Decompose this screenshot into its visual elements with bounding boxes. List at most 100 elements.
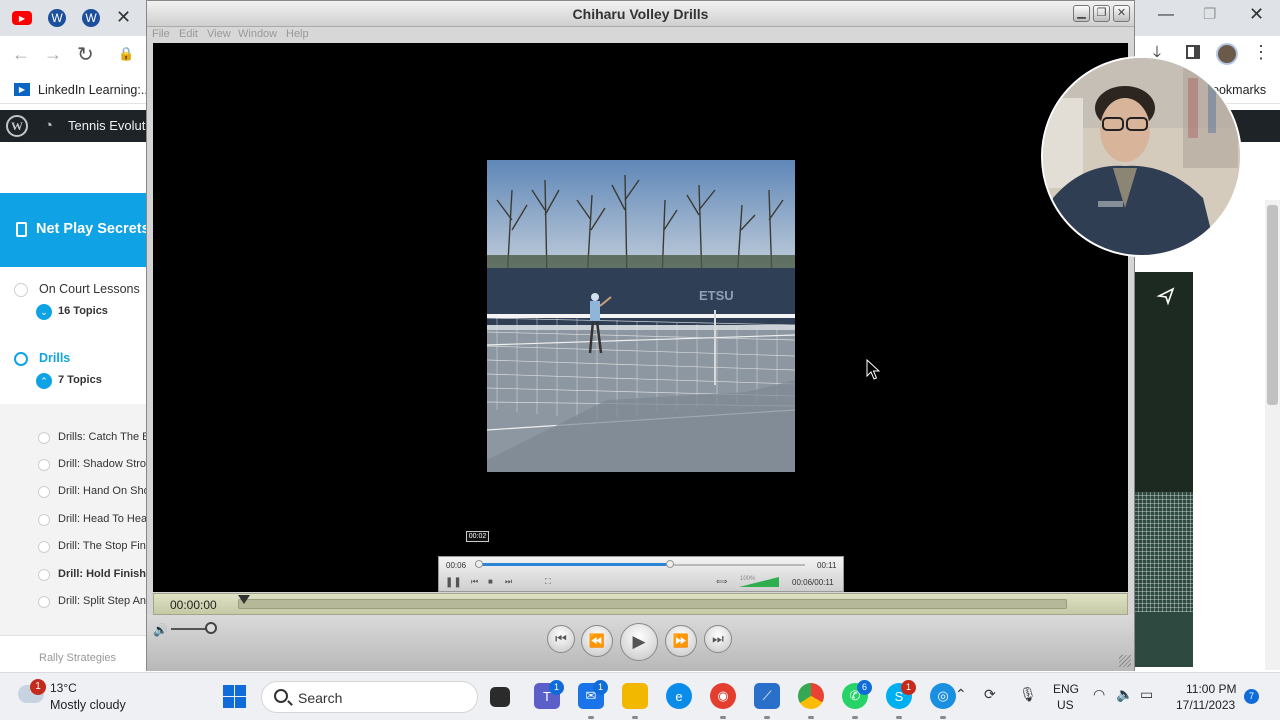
clock-date[interactable]: 17/11/2023 — [1176, 698, 1235, 712]
site-name-link[interactable]: Tennis Evoluti — [68, 118, 148, 133]
player-restore-button[interactable]: ❐ — [1093, 5, 1110, 22]
bookmark-linkedin-learning[interactable]: LinkedIn Learning:... — [38, 83, 151, 97]
topic-status-circle — [38, 596, 50, 608]
reload-icon[interactable]: ↻ — [77, 42, 94, 67]
sync-icon[interactable]: ⟳ — [984, 686, 996, 703]
lock-icon[interactable]: 🔒 — [118, 46, 134, 62]
go-to-start-button[interactable]: ⏮ — [547, 625, 575, 653]
playhead-marker[interactable] — [238, 595, 250, 604]
keyboard-layout-indicator[interactable]: US — [1057, 698, 1074, 712]
player-titlebar[interactable]: Chiharu Volley Drills ▁ ❐ ✕ — [147, 1, 1134, 27]
fullscreen-icon[interactable]: ⛶ — [545, 577, 551, 587]
running-indicator — [808, 716, 814, 719]
windows-start-icon[interactable] — [223, 685, 246, 708]
taskbar-search-box[interactable]: Search — [261, 681, 478, 713]
more-menu-icon[interactable]: ⋮ — [1252, 42, 1270, 63]
chevron-up-icon[interactable]: ⌃ — [955, 686, 967, 703]
lesson-drills[interactable]: Drills — [39, 351, 70, 365]
fast-forward-button[interactable]: ⏩ — [665, 625, 697, 657]
loop-icon[interactable]: ⟺ — [716, 577, 727, 586]
file-explorer-icon[interactable] — [622, 683, 648, 709]
rewind-button[interactable]: ⏪ — [581, 625, 613, 657]
close-tab-icon[interactable]: ✕ — [116, 7, 131, 28]
close-window-icon[interactable]: ✕ — [1249, 4, 1264, 25]
microphone-icon[interactable]: 🎙 — [1019, 686, 1037, 703]
back-arrow-icon[interactable]: ← — [12, 44, 30, 65]
scrollbar-thumb[interactable] — [1267, 205, 1278, 405]
menu-edit[interactable]: Edit — [179, 28, 198, 40]
screen-capture-icon[interactable]: ◎ — [930, 683, 956, 709]
mail-badge: 1 — [593, 680, 608, 695]
timecode-display: 00:00:00 — [170, 598, 217, 612]
pause-icon[interactable]: ❚❚ — [445, 577, 462, 588]
player-minimize-button[interactable]: ▁ — [1073, 5, 1090, 22]
document-icon — [16, 222, 27, 237]
side-panel-icon[interactable] — [1186, 45, 1200, 59]
youtube-tab-icon[interactable]: ▶ — [12, 11, 32, 25]
weather-temperature[interactable]: 13°C — [50, 681, 77, 695]
menu-view[interactable]: View — [207, 28, 231, 40]
video-canvas[interactable]: ETSU 00:02 00:06 00:11 ❚❚ ⏮ ■ ⏭ ⛶ ⟺ 100%… — [153, 43, 1128, 592]
speaker-icon[interactable]: 🔈 — [1116, 686, 1133, 703]
video-player-window: Chiharu Volley Drills ▁ ❐ ✕ File Edit Vi… — [146, 0, 1135, 671]
play-button[interactable]: ▶ — [620, 623, 658, 661]
chrome-icon[interactable] — [798, 683, 824, 709]
task-view-icon[interactable] — [490, 687, 510, 707]
wordpress-tab-icon[interactable]: W — [82, 9, 100, 27]
search-icon — [274, 689, 288, 703]
skip-back-icon[interactable]: ⏮ — [471, 577, 478, 587]
topic-status-circle — [38, 541, 50, 553]
forward-arrow-icon[interactable]: → — [44, 44, 62, 65]
quicktime-app-icon[interactable]: ⟋ — [754, 683, 780, 709]
mini-playhead-handle[interactable] — [666, 560, 674, 568]
stop-icon[interactable]: ■ — [488, 577, 493, 586]
restore-window-icon[interactable]: ❐ — [1203, 5, 1216, 23]
mini-timeline-scrubber[interactable] — [475, 560, 483, 568]
topics-list: Drills: Catch The B Drill: Shadow Stro D… — [0, 404, 146, 636]
player-timeline-bar: 00:00:00 — [153, 593, 1128, 615]
language-indicator[interactable]: ENG — [1053, 682, 1079, 696]
menu-window[interactable]: Window — [238, 28, 277, 40]
teams-badge: 1 — [549, 680, 564, 695]
notification-count-badge[interactable]: 7 — [1244, 689, 1259, 704]
resize-grip[interactable] — [1119, 655, 1131, 667]
menu-help[interactable]: Help — [286, 28, 309, 40]
chevron-down-icon[interactable]: ⌄ — [36, 304, 52, 320]
topic-status-circle — [38, 486, 50, 498]
chevron-up-icon[interactable]: ⌃ — [36, 373, 52, 389]
profile-avatar[interactable] — [1216, 43, 1238, 65]
player-close-button[interactable]: ✕ — [1113, 5, 1130, 22]
clock-time[interactable]: 11:00 PM — [1186, 682, 1236, 696]
mini-current-time: 00:06 — [446, 561, 467, 570]
webcam-overlay — [1041, 56, 1242, 257]
lesson-topics-count[interactable]: 7 Topics — [58, 374, 102, 386]
mini-duration: 00:11 — [817, 561, 837, 570]
lesson-video-preview[interactable] — [1134, 272, 1193, 667]
wifi-icon[interactable]: ◠ — [1093, 686, 1105, 703]
dashboard-gauge-icon: ◔ — [44, 117, 54, 134]
edge-icon[interactable]: e — [666, 683, 692, 709]
lesson-on-court-lessons[interactable]: On Court Lessons — [39, 282, 140, 296]
weather-description[interactable]: Mostly cloudy — [50, 698, 126, 712]
wordpress-tab-icon[interactable]: W — [48, 9, 66, 27]
lesson-rally-strategies[interactable]: Rally Strategies — [39, 652, 116, 664]
battery-icon[interactable]: ▭ — [1140, 686, 1153, 703]
volume-slider-knob[interactable] — [205, 622, 217, 634]
running-indicator — [940, 716, 946, 719]
mouse-cursor-icon — [866, 359, 880, 380]
go-to-end-button[interactable]: ⏭ — [704, 625, 732, 653]
timeline-track[interactable] — [238, 599, 1067, 609]
share-icon[interactable] — [1156, 286, 1176, 306]
volume-speaker-icon: 🔊 — [153, 623, 168, 637]
wordpress-logo-icon[interactable]: W — [6, 115, 28, 137]
skip-forward-icon[interactable]: ⏭ — [505, 577, 512, 587]
screen-recorder-icon[interactable]: ◉ — [710, 683, 736, 709]
mini-volume-slider[interactable] — [739, 577, 779, 587]
tennis-net — [1134, 492, 1193, 612]
weather-alert-badge: 1 — [30, 679, 46, 695]
menu-file[interactable]: File — [152, 28, 170, 40]
lesson-topics-count[interactable]: 16 Topics — [58, 305, 108, 317]
course-sidebar: On Court Lessons ⌄ 16 Topics Drills ⌃ 7 … — [0, 267, 146, 667]
topic-status-circle — [38, 432, 50, 444]
minimize-window-icon[interactable]: — — [1158, 6, 1174, 24]
